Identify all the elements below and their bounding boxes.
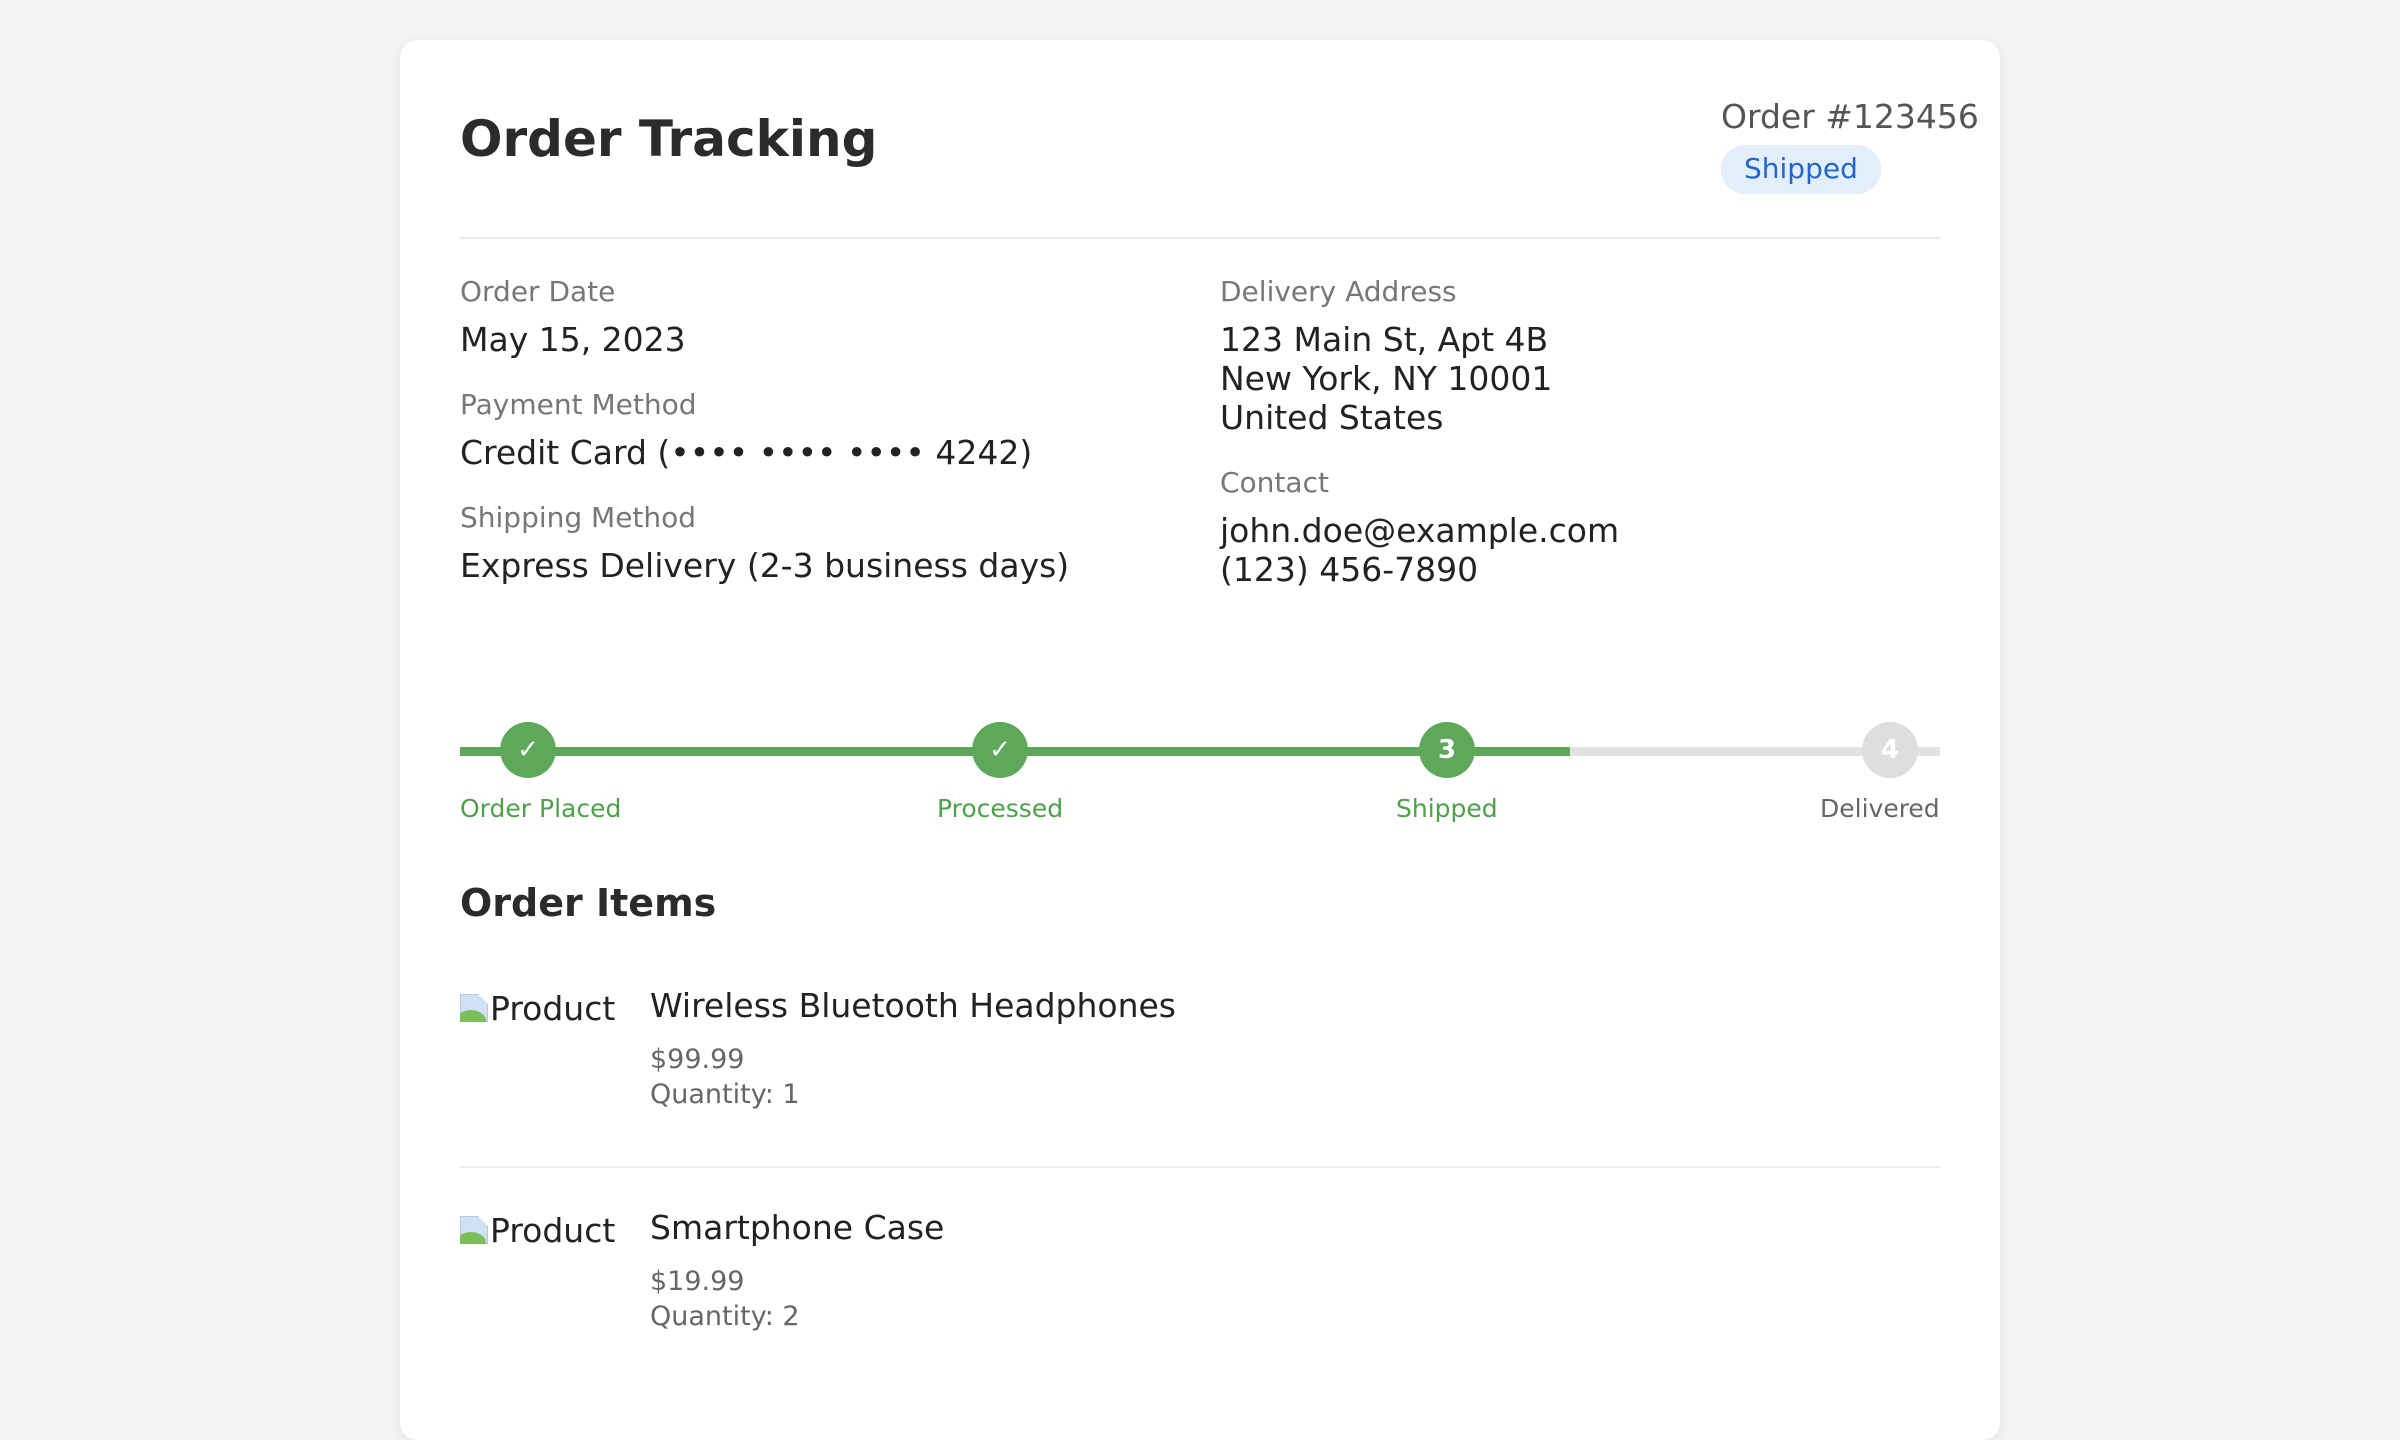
payment-method-group: Payment Method Credit Card (•••• •••• ••… bbox=[460, 388, 1069, 473]
item-divider bbox=[460, 1166, 1940, 1168]
step-label: Shipped bbox=[1396, 794, 1498, 823]
step-label: Processed bbox=[937, 794, 1064, 823]
order-date-group: Order Date May 15, 2023 bbox=[460, 275, 1069, 360]
product-image: Product bbox=[460, 1208, 620, 1252]
product-image-alt: Product bbox=[490, 1210, 616, 1250]
shipping-method-label: Shipping Method bbox=[460, 501, 697, 534]
step-number: 3 bbox=[1419, 722, 1475, 778]
product-image-alt: Product bbox=[490, 988, 616, 1028]
delivery-info-column: Delivery Address 123 Main St, Apt 4B New… bbox=[1220, 275, 1620, 590]
payment-method-value: Credit Card (•••• •••• •••• 4242) bbox=[460, 433, 1033, 472]
header-divider bbox=[460, 237, 1940, 239]
shipping-method-value: Express Delivery (2-3 business days) bbox=[460, 546, 1070, 585]
contact-value: john.doe@example.com (123) 456-7890 bbox=[1220, 511, 1620, 589]
delivery-address-value: 123 Main St, Apt 4B New York, NY 10001 U… bbox=[1220, 320, 1553, 437]
item-quantity: Quantity: 2 bbox=[650, 1301, 800, 1332]
step-label: Order Placed bbox=[460, 794, 622, 823]
status-badge: Shipped bbox=[1721, 145, 1881, 194]
delivery-address-label: Delivery Address bbox=[1220, 275, 1457, 308]
order-tracking-card: Order Tracking Order #123456 Shipped Ord… bbox=[400, 40, 2000, 1440]
contact-group: Contact john.doe@example.com (123) 456-7… bbox=[1220, 466, 1620, 590]
order-number: Order #123456 bbox=[1721, 97, 1979, 136]
order-items-title: Order Items bbox=[460, 881, 717, 925]
check-icon: ✓ bbox=[972, 722, 1028, 778]
order-item: Product Wireless Bluetooth Headphones $9… bbox=[460, 986, 1940, 1186]
item-name: Smartphone Case bbox=[650, 1208, 945, 1247]
payment-method-label: Payment Method bbox=[460, 388, 697, 421]
order-info-column: Order Date May 15, 2023 Payment Method C… bbox=[460, 275, 1070, 586]
item-price: $99.99 bbox=[650, 1044, 745, 1075]
shipping-method-group: Shipping Method Express Delivery (2-3 bu… bbox=[460, 501, 1070, 586]
page-title: Order Tracking bbox=[460, 110, 878, 168]
delivery-address-group: Delivery Address 123 Main St, Apt 4B New… bbox=[1220, 275, 1619, 438]
item-quantity: Quantity: 1 bbox=[650, 1079, 800, 1110]
order-date-label: Order Date bbox=[460, 275, 616, 308]
order-progress-tracker: ✓ Order Placed ✓ Processed 3 Shipped 4 D… bbox=[460, 720, 1940, 830]
check-icon: ✓ bbox=[500, 722, 556, 778]
broken-image-icon bbox=[460, 994, 488, 1022]
broken-image-icon bbox=[460, 1216, 488, 1244]
item-price: $19.99 bbox=[650, 1266, 745, 1297]
product-image: Product bbox=[460, 986, 620, 1030]
order-date-value: May 15, 2023 bbox=[460, 320, 686, 359]
step-label: Delivered bbox=[1820, 794, 1940, 823]
order-item: Product Smartphone Case $19.99 Quantity:… bbox=[460, 1208, 1940, 1408]
step-number: 4 bbox=[1862, 722, 1918, 778]
order-summary: Order #123456 Shipped bbox=[1721, 97, 1979, 194]
contact-label: Contact bbox=[1220, 466, 1329, 499]
card-content: Order Tracking Order #123456 Shipped Ord… bbox=[460, 40, 1979, 1440]
item-name: Wireless Bluetooth Headphones bbox=[650, 986, 1177, 1025]
